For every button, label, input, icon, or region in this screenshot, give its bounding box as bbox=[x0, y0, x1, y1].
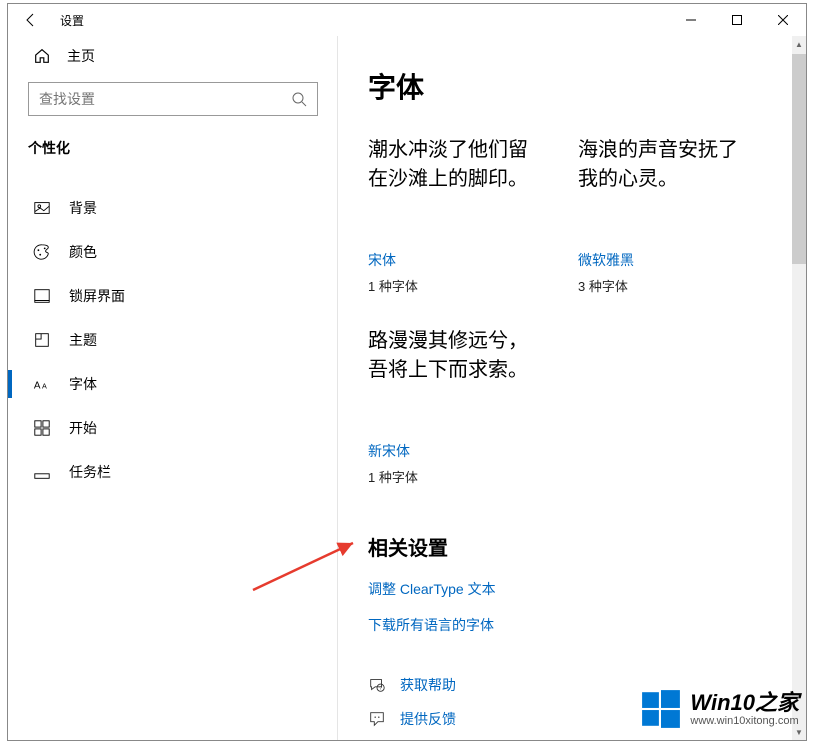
taskbar-icon bbox=[33, 463, 51, 481]
nav-label: 背景 bbox=[69, 198, 97, 218]
scroll-thumb[interactable] bbox=[792, 54, 806, 264]
nav: 背景 颜色 锁屏界面 主题 AA 字体 bbox=[8, 176, 308, 494]
window-title: 设置 bbox=[54, 12, 84, 29]
sidebar-section-title: 个性化 bbox=[8, 138, 308, 176]
windows-logo-icon bbox=[640, 688, 682, 730]
nav-label: 主题 bbox=[69, 330, 97, 350]
search-box[interactable] bbox=[28, 82, 318, 116]
start-icon bbox=[33, 419, 51, 437]
font-name: 宋体 bbox=[368, 250, 538, 270]
sidebar: 主页 个性化 背景 颜色 锁屏界面 bbox=[8, 36, 328, 740]
svg-text:A: A bbox=[42, 382, 47, 391]
maximize-button[interactable] bbox=[714, 4, 760, 36]
feedback-label: 提供反馈 bbox=[400, 709, 456, 729]
minimize-button[interactable] bbox=[668, 4, 714, 36]
font-count: 1 种字体 bbox=[368, 467, 538, 486]
font-name: 微软雅黑 bbox=[578, 250, 748, 270]
watermark: Win10之家 www.win10xitong.com bbox=[640, 688, 799, 730]
sidebar-item-background[interactable]: 背景 bbox=[8, 186, 308, 230]
nav-label: 颜色 bbox=[69, 242, 97, 262]
sidebar-item-taskbar[interactable]: 任务栏 bbox=[8, 450, 308, 494]
arrow-left-icon bbox=[23, 12, 39, 28]
nav-label: 开始 bbox=[69, 418, 97, 438]
chat-help-icon: ? bbox=[368, 676, 386, 694]
picture-icon bbox=[33, 199, 51, 217]
close-button[interactable] bbox=[760, 4, 806, 36]
page-title: 字体 bbox=[368, 66, 788, 106]
font-grid: 潮水冲淡了他们留在沙滩上的脚印。 宋体 1 种字体 海浪的声音安抚了我的心灵。 … bbox=[368, 136, 788, 486]
search-icon bbox=[291, 91, 307, 107]
scroll-up-icon[interactable]: ▲ bbox=[792, 36, 806, 52]
link-download-fonts[interactable]: 下载所有语言的字体 bbox=[368, 615, 788, 635]
nav-label: 锁屏界面 bbox=[69, 286, 125, 306]
sidebar-item-lockscreen[interactable]: 锁屏界面 bbox=[8, 274, 308, 318]
sidebar-home[interactable]: 主页 bbox=[8, 36, 308, 82]
font-sample: 路漫漫其修远兮，吾将上下而求索。 bbox=[368, 327, 538, 417]
nav-label: 任务栏 bbox=[69, 462, 111, 482]
help-label: 获取帮助 bbox=[400, 675, 456, 695]
search-input[interactable] bbox=[39, 91, 291, 107]
window-controls bbox=[668, 4, 806, 36]
sidebar-item-colors[interactable]: 颜色 bbox=[8, 230, 308, 274]
theme-icon bbox=[33, 331, 51, 349]
font-name: 新宋体 bbox=[368, 441, 538, 461]
close-icon bbox=[778, 15, 788, 25]
svg-text:A: A bbox=[34, 381, 41, 392]
minimize-icon bbox=[686, 15, 696, 25]
link-cleartype[interactable]: 调整 ClearType 文本 bbox=[368, 579, 788, 599]
font-sample: 潮水冲淡了他们留在沙滩上的脚印。 bbox=[368, 136, 538, 226]
font-card-simsun[interactable]: 潮水冲淡了他们留在沙滩上的脚印。 宋体 1 种字体 bbox=[368, 136, 538, 295]
back-button[interactable] bbox=[8, 4, 54, 36]
sidebar-item-fonts[interactable]: AA 字体 bbox=[8, 362, 308, 406]
titlebar: 设置 bbox=[8, 4, 806, 36]
watermark-title: Win10之家 bbox=[690, 690, 799, 715]
sidebar-item-themes[interactable]: 主题 bbox=[8, 318, 308, 362]
sidebar-home-label: 主页 bbox=[67, 46, 95, 66]
feedback-icon bbox=[368, 710, 386, 728]
maximize-icon bbox=[732, 15, 742, 25]
home-icon bbox=[33, 47, 51, 65]
font-sample: 海浪的声音安抚了我的心灵。 bbox=[578, 136, 748, 226]
scrollbar[interactable]: ▲ ▼ bbox=[792, 36, 806, 740]
layout: 主页 个性化 背景 颜色 锁屏界面 bbox=[8, 36, 806, 740]
font-card-yahei[interactable]: 海浪的声音安抚了我的心灵。 微软雅黑 3 种字体 bbox=[578, 136, 748, 295]
palette-icon bbox=[33, 243, 51, 261]
font-count: 3 种字体 bbox=[578, 276, 748, 295]
content: 字体 潮水冲淡了他们留在沙滩上的脚印。 宋体 1 种字体 海浪的声音安抚了我的心… bbox=[328, 36, 806, 740]
font-icon: AA bbox=[33, 375, 51, 393]
settings-window: 设置 主页 个性化 bbox=[7, 3, 807, 741]
lockscreen-icon bbox=[33, 287, 51, 305]
sidebar-item-start[interactable]: 开始 bbox=[8, 406, 308, 450]
related-heading: 相关设置 bbox=[368, 532, 788, 561]
watermark-url: www.win10xitong.com bbox=[690, 715, 799, 728]
font-count: 1 种字体 bbox=[368, 276, 538, 295]
nav-label: 字体 bbox=[69, 374, 97, 394]
font-card-nsimsun[interactable]: 路漫漫其修远兮，吾将上下而求索。 新宋体 1 种字体 bbox=[368, 327, 538, 486]
